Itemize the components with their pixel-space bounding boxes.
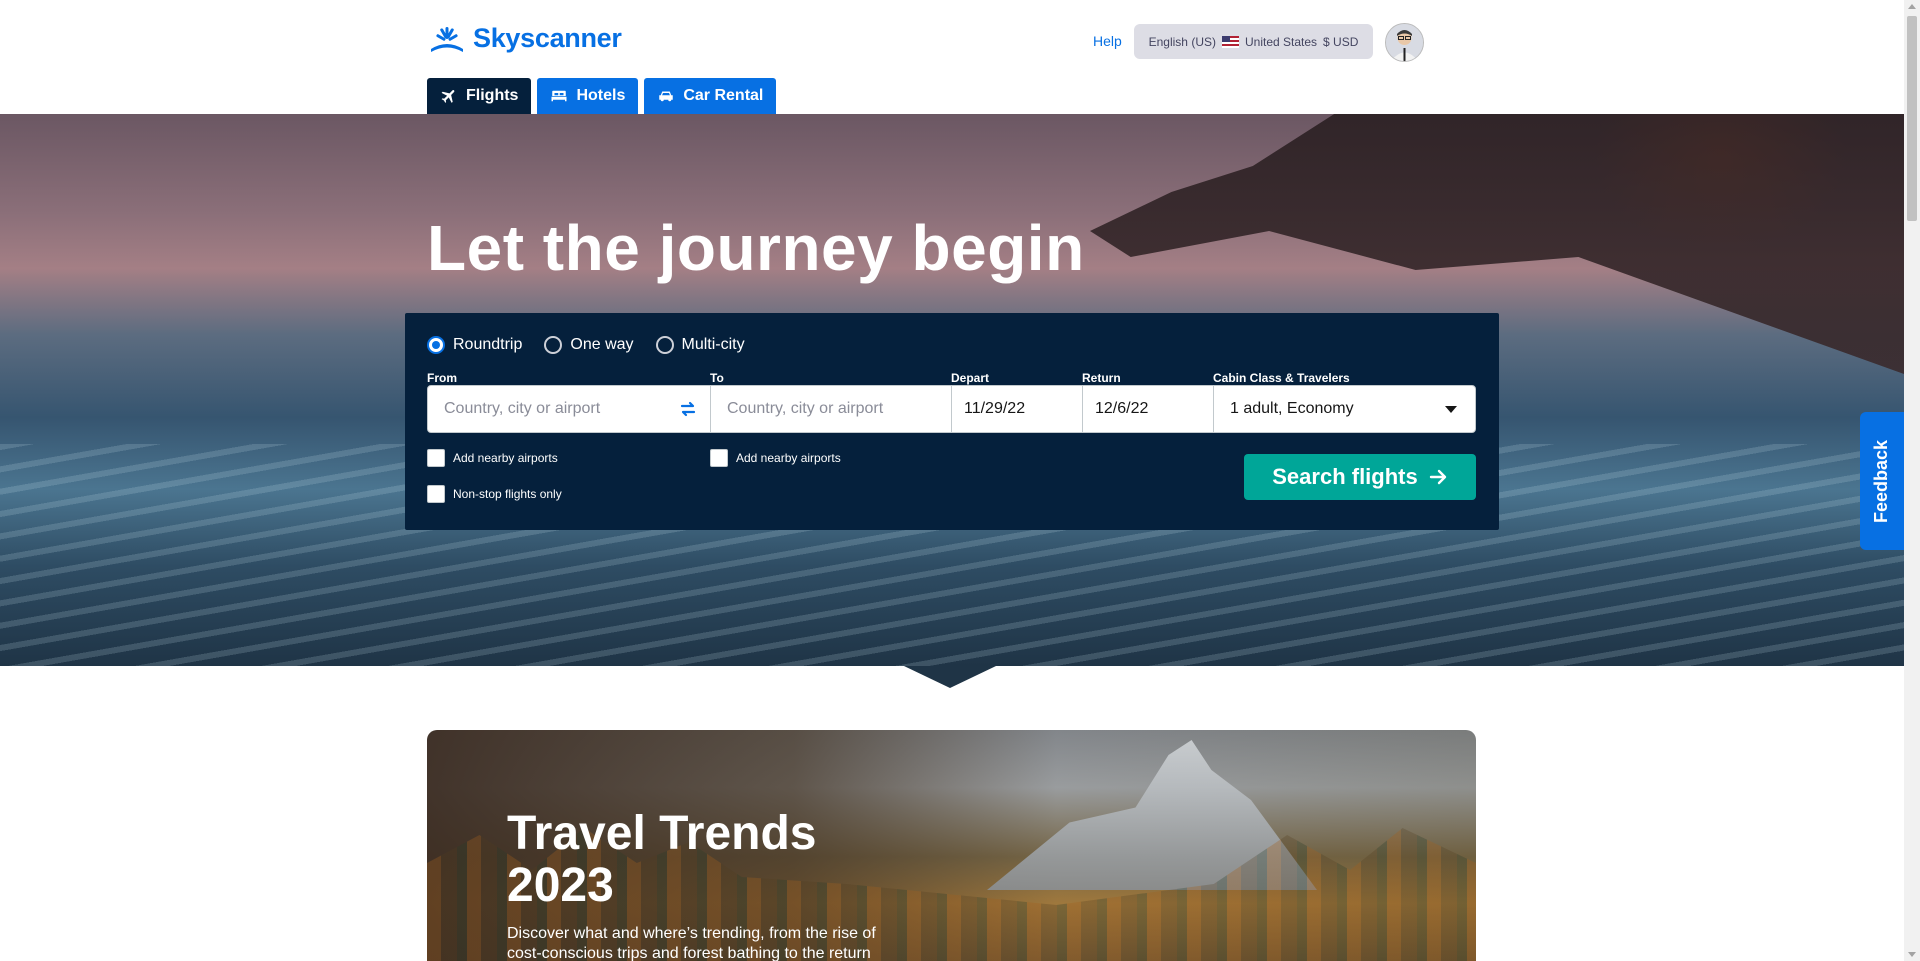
user-avatar[interactable]	[1385, 23, 1424, 62]
hero-notch	[904, 666, 996, 688]
nearby-to-label: Add nearby airports	[736, 451, 841, 465]
travel-trends-card[interactable]: Travel Trends 2023 Discover what and whe…	[427, 730, 1476, 961]
radio-checked-icon	[427, 336, 445, 354]
tab-hotels[interactable]: Hotels	[537, 78, 639, 114]
plane-icon	[441, 90, 455, 103]
return-label: Return	[1082, 371, 1121, 385]
trends-title: Travel Trends 2023	[507, 807, 817, 912]
depart-label: Depart	[951, 371, 990, 385]
arrow-right-icon	[1429, 469, 1446, 485]
checkbox-box	[427, 449, 445, 467]
us-flag-icon	[1221, 35, 1239, 48]
chevron-down-icon	[1445, 406, 1457, 413]
help-link[interactable]: Help	[1093, 33, 1122, 49]
radio-unchecked-icon	[544, 336, 563, 354]
vertical-scrollbar[interactable]	[1904, 0, 1920, 961]
radio-one-way[interactable]: One way	[544, 336, 634, 354]
feedback-label: Feedback	[1871, 439, 1892, 523]
checkbox-box	[710, 449, 728, 467]
return-date-value: 12/6/22	[1095, 400, 1149, 417]
scroll-up-arrow-icon[interactable]	[1908, 4, 1916, 9]
radio-unchecked-icon	[655, 336, 674, 354]
search-flights-button[interactable]: Search flights	[1244, 454, 1476, 500]
from-input[interactable]: Country, city or airport	[427, 385, 711, 433]
language-label: English (US)	[1148, 34, 1216, 49]
radio-roundtrip[interactable]: Roundtrip	[427, 336, 522, 354]
trip-type-group: Roundtrip One way Multi-city	[427, 336, 745, 354]
search-flights-label: Search flights	[1272, 464, 1418, 489]
feedback-button[interactable]: Feedback	[1860, 412, 1904, 550]
from-placeholder: Country, city or airport	[444, 400, 601, 417]
logo-text: Skyscanner	[473, 23, 622, 53]
tab-hotels-label: Hotels	[576, 87, 626, 104]
swap-arrows-icon[interactable]	[678, 399, 698, 419]
depart-date-value: 11/29/22	[964, 400, 1026, 417]
to-label: To	[710, 371, 724, 385]
currency-label: $ USD	[1323, 34, 1359, 49]
sunburst-logo-icon	[431, 26, 463, 52]
nearby-from-checkbox[interactable]: Add nearby airports	[427, 449, 558, 467]
radio-multi-city[interactable]: Multi-city	[655, 336, 745, 354]
nonstop-checkbox[interactable]: Non-stop flights only	[427, 485, 562, 503]
tab-car-rental[interactable]: Car Rental	[644, 78, 777, 114]
scroll-down-arrow-icon[interactable]	[1908, 952, 1916, 957]
checkbox-box	[427, 485, 445, 503]
depart-date-field[interactable]: 11/29/22	[951, 385, 1083, 433]
scrollbar-thumb[interactable]	[1907, 16, 1917, 221]
nearby-from-label: Add nearby airports	[453, 451, 558, 465]
radio-one-way-label: One way	[570, 336, 634, 353]
radio-multi-city-label: Multi-city	[681, 336, 745, 353]
from-label: From	[427, 371, 457, 385]
tab-flights-label: Flights	[466, 87, 519, 104]
locale-currency-button[interactable]: English (US) United States $ USD	[1134, 24, 1373, 59]
bed-icon	[551, 90, 567, 102]
tab-flights[interactable]: Flights	[427, 78, 532, 114]
flight-search-panel: Roundtrip One way Multi-city From To Dep…	[405, 313, 1499, 530]
hero-headline: Let the journey begin	[427, 212, 1085, 284]
cabin-travelers-value: 1 adult, Economy	[1230, 400, 1354, 417]
car-icon	[659, 91, 674, 102]
to-placeholder: Country, city or airport	[727, 400, 884, 417]
product-tabs: Flights Hotels Car Rental	[427, 78, 777, 114]
nearby-to-checkbox[interactable]: Add nearby airports	[710, 449, 841, 467]
site-header: Skyscanner Help English (US) United Stat…	[0, 0, 1904, 114]
radio-roundtrip-label: Roundtrip	[453, 336, 523, 353]
person-avatar-icon	[1386, 24, 1423, 61]
cabin-travelers-select[interactable]: 1 adult, Economy	[1213, 385, 1476, 433]
tab-car-rental-label: Car Rental	[683, 87, 764, 104]
return-date-field[interactable]: 12/6/22	[1082, 385, 1214, 433]
skyscanner-logo[interactable]: Skyscanner	[427, 23, 622, 54]
nonstop-label: Non-stop flights only	[453, 487, 562, 501]
trends-description: Discover what and where’s trending, from…	[507, 925, 876, 961]
country-label: United States	[1244, 34, 1318, 49]
cabin-travelers-label: Cabin Class & Travelers	[1213, 371, 1350, 385]
to-input[interactable]: Country, city or airport	[710, 385, 952, 433]
